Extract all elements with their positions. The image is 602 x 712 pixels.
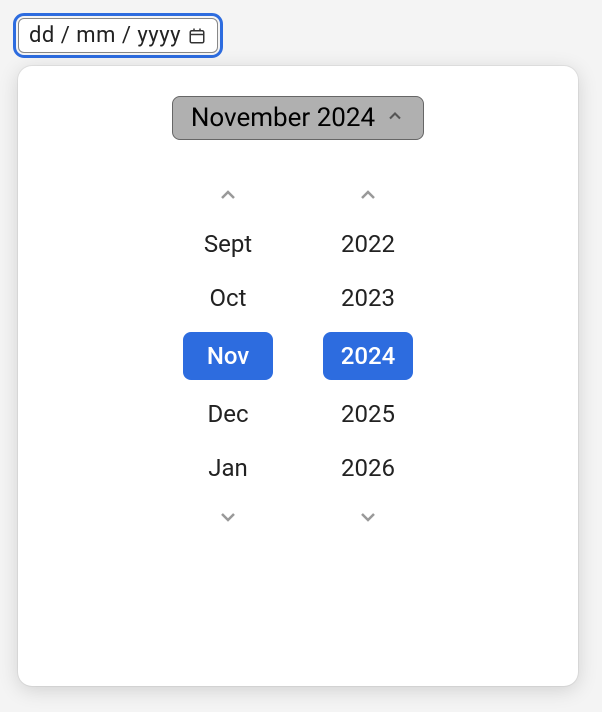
date-picker-popup: November 2024 Sept Oct Nov Dec Jan — [18, 66, 578, 686]
calendar-icon[interactable] — [187, 26, 207, 46]
month-down-button[interactable] — [213, 502, 243, 532]
month-option[interactable]: Jan — [183, 448, 273, 488]
month-column: Sept Oct Nov Dec Jan — [173, 180, 283, 532]
year-option-selected[interactable]: 2024 — [323, 332, 413, 380]
year-option[interactable]: 2022 — [323, 224, 413, 264]
chevron-up-icon — [385, 106, 405, 130]
year-down-button[interactable] — [353, 502, 383, 532]
month-year-picker: Sept Oct Nov Dec Jan 2022 2023 2024 2025… — [18, 180, 578, 532]
month-option[interactable]: Oct — [183, 278, 273, 318]
month-year-label: November 2024 — [191, 103, 375, 133]
month-up-button[interactable] — [213, 180, 243, 210]
year-option[interactable]: 2026 — [323, 448, 413, 488]
date-input-placeholder: dd / mm / yyyy — [29, 23, 181, 48]
month-option-selected[interactable]: Nov — [183, 332, 273, 380]
year-up-button[interactable] — [353, 180, 383, 210]
date-input[interactable]: dd / mm / yyyy — [18, 18, 218, 53]
month-option[interactable]: Sept — [183, 224, 273, 264]
year-option[interactable]: 2023 — [323, 278, 413, 318]
month-option[interactable]: Dec — [183, 394, 273, 434]
year-column: 2022 2023 2024 2025 2026 — [313, 180, 423, 532]
month-year-toggle-button[interactable]: November 2024 — [172, 96, 424, 140]
year-option[interactable]: 2025 — [323, 394, 413, 434]
